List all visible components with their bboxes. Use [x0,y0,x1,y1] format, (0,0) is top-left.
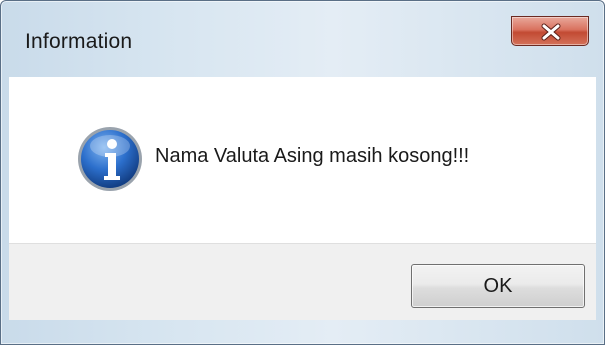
title-bar[interactable]: Information [1,1,604,77]
window-title: Information [25,30,133,53]
message-area: Nama Valuta Asing masih kosong!!! [9,77,596,243]
close-icon [541,23,561,41]
close-button[interactable] [511,16,589,46]
dialog-window: Information Nama Valuta Asing masih koso… [0,0,605,345]
button-bar: OK [9,243,596,320]
message-text: Nama Valuta Asing masih kosong!!! [155,145,470,167]
ok-button[interactable]: OK [411,264,585,308]
window-frame-bottom [1,319,604,344]
info-icon [78,127,142,191]
